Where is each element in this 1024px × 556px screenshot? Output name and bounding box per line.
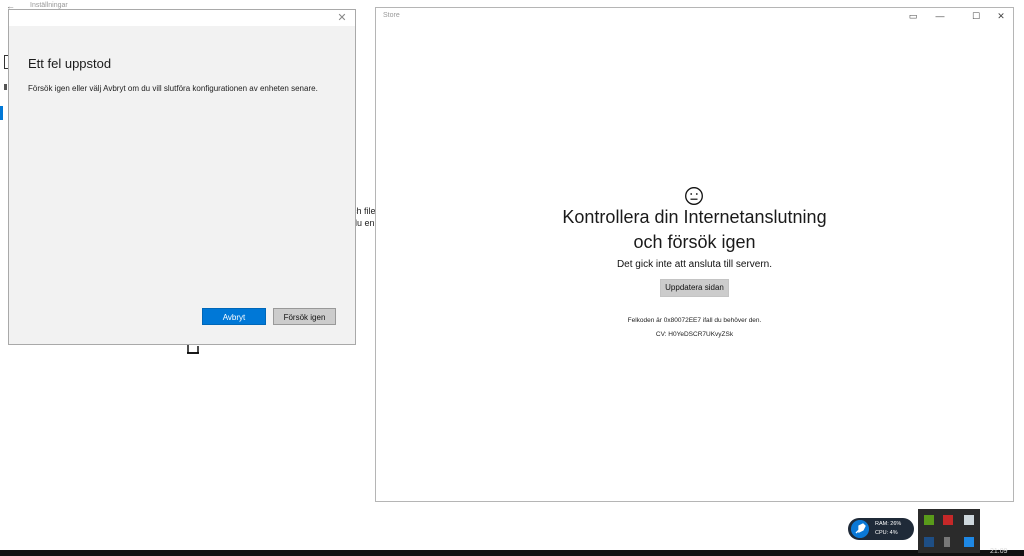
cancel-button[interactable]: Avbryt <box>202 308 266 325</box>
store-error-content: Kontrollera din Internetanslutning och f… <box>376 8 1013 501</box>
dialog-heading: Ett fel uppstod <box>28 56 112 71</box>
dialog-message: Försök igen eller välj Avbryt om du vill… <box>28 84 318 93</box>
system-tray-overflow <box>918 509 980 553</box>
sad-face-icon <box>685 187 703 205</box>
taskbar <box>0 550 1024 556</box>
antivirus-icon[interactable] <box>943 515 953 525</box>
ram-usage: RAM: 26% <box>875 521 902 527</box>
store-error-heading: Kontrollera din Internetanslutning <box>562 207 827 227</box>
nvidia-icon[interactable] <box>924 515 934 525</box>
cpu-usage: CPU: 4% <box>875 530 898 536</box>
error-dialog: ✕ Ett fel uppstod Försök igen eller välj… <box>8 9 356 345</box>
bluetooth-icon[interactable] <box>924 537 934 547</box>
close-icon[interactable]: ✕ <box>335 11 349 25</box>
retry-button[interactable]: Försök igen <box>273 308 336 325</box>
performance-widget[interactable]: RAM: 26% CPU: 4% <box>848 518 914 540</box>
error-code-text: Felkoden är 0x80072EE7 ifall du behöver … <box>627 317 762 324</box>
refresh-page-button[interactable]: Uppdatera sidan <box>660 279 729 297</box>
store-error-heading-line-2: och försök igen <box>633 232 756 252</box>
settings-window-title: Inställningar <box>30 2 68 9</box>
sidebar-mark-icon <box>4 84 7 90</box>
store-window: Store ▭ — ☐ ✕ Kontrollera din Internetan… <box>375 7 1014 502</box>
rocket-icon <box>851 520 869 538</box>
dialog-titlebar: ✕ <box>9 10 355 26</box>
sidebar-selected-indicator <box>0 106 3 120</box>
clock-text: 21:09 <box>990 548 1008 555</box>
desktop: ← Inställningar ch filer du enk ✕ Ett fe… <box>0 0 1024 556</box>
app-tray-icon[interactable] <box>964 515 974 525</box>
correlation-vector-text: CV: H0YeDSCR7UKvyZSk <box>655 331 734 338</box>
usb-icon[interactable] <box>944 537 950 547</box>
defender-icon[interactable] <box>964 537 974 547</box>
store-error-subtitle: Det gick inte att ansluta till servern. <box>616 259 773 270</box>
